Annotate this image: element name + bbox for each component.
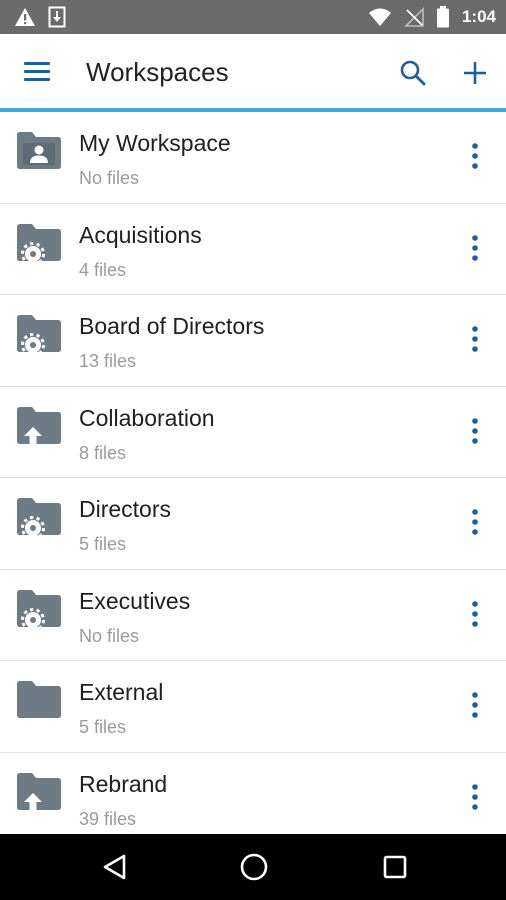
more-vert-icon[interactable] <box>460 413 490 449</box>
list-item[interactable]: External 5 files <box>0 661 506 753</box>
workspace-name: Board of Directors <box>79 313 265 339</box>
upload-folder-icon <box>17 406 61 444</box>
list-item[interactable]: My Workspace No files <box>0 112 506 204</box>
warning-icon <box>15 8 35 26</box>
workspace-name: Rebrand <box>79 770 168 797</box>
no-signal-icon <box>404 7 424 27</box>
app-bar: Workspaces <box>0 34 506 108</box>
more-vert-icon[interactable] <box>460 230 490 266</box>
workspace-name: Directors <box>79 496 172 522</box>
workspace-list[interactable]: My Workspace No files Acquisitions 4 fil… <box>0 112 506 834</box>
file-count: 39 files <box>79 808 137 829</box>
more-vert-icon[interactable] <box>460 321 490 357</box>
gear-folder-icon <box>17 223 61 262</box>
file-count: No files <box>79 625 140 646</box>
workspace-name: Executives <box>79 587 191 614</box>
navigation-bar <box>0 834 506 900</box>
status-time: 1:04 <box>461 7 496 26</box>
more-vert-icon[interactable] <box>460 687 490 723</box>
more-vert-icon[interactable] <box>460 779 490 815</box>
workspace-name: External <box>79 679 164 705</box>
status-right-icons: 1:04 <box>368 5 496 29</box>
list-item[interactable]: Directors 5 files <box>0 478 506 570</box>
list-item[interactable]: Collaboration 8 files <box>0 387 506 478</box>
file-count: 13 files <box>79 351 137 371</box>
add-workspace-button[interactable] <box>460 58 490 88</box>
recents-icon[interactable] <box>380 852 410 882</box>
more-vert-icon[interactable] <box>460 504 490 540</box>
home-icon[interactable] <box>238 851 270 883</box>
folder-icon <box>17 681 61 718</box>
gear-folder-icon <box>17 315 61 353</box>
list-item[interactable]: Executives No files <box>0 570 506 661</box>
file-count: 4 files <box>79 259 127 280</box>
workspace-name: My Workspace <box>79 130 231 156</box>
battery-icon <box>436 6 449 28</box>
search-icon <box>400 60 426 86</box>
gear-folder-icon <box>17 589 61 628</box>
wifi-icon <box>368 8 391 26</box>
page-title: Workspaces <box>86 57 229 87</box>
list-item[interactable]: Rebrand 39 files <box>0 753 506 835</box>
upload-folder-icon <box>17 772 61 810</box>
file-count: No files <box>79 168 140 188</box>
download-icon <box>48 6 66 28</box>
workspace-name: Collaboration <box>79 404 215 431</box>
gear-folder-icon <box>17 498 61 536</box>
file-count: 5 files <box>79 534 127 554</box>
plus-icon <box>464 62 486 84</box>
list-item[interactable]: Acquisitions 4 files <box>0 204 506 295</box>
status-left-icons <box>14 6 66 28</box>
menu-button[interactable] <box>24 60 52 84</box>
workspace-name: Acquisitions <box>79 221 202 248</box>
back-icon[interactable] <box>100 852 130 882</box>
status-bar: 1:04 <box>0 0 506 34</box>
list-item[interactable]: Board of Directors 13 files <box>0 295 506 387</box>
search-button[interactable] <box>398 58 428 88</box>
more-vert-icon[interactable] <box>460 138 490 174</box>
file-count: 8 files <box>79 442 127 463</box>
more-vert-icon[interactable] <box>460 596 490 632</box>
person-folder-icon <box>17 132 61 169</box>
file-count: 5 files <box>79 717 127 737</box>
